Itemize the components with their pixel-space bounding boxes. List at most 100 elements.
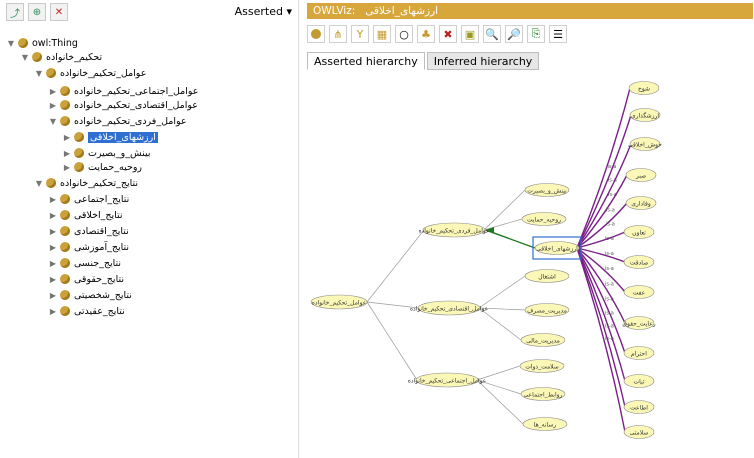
class-icon bbox=[74, 162, 84, 172]
expand-toggle-icon[interactable]: ▶ bbox=[48, 101, 58, 110]
expand-toggle-icon[interactable]: ▶ bbox=[48, 259, 58, 268]
class-node-label: شوخ bbox=[638, 86, 650, 93]
hide-class-icon[interactable]: ○ bbox=[395, 25, 413, 43]
add-sibling-icon[interactable]: ⊕ bbox=[28, 3, 46, 21]
collapse-toggle-icon[interactable]: ▼ bbox=[34, 69, 44, 78]
graph-node[interactable]: وفاداری bbox=[625, 196, 657, 210]
graph-node[interactable]: بینش_و_بصیرت bbox=[524, 183, 570, 197]
tree-item[interactable]: ▶ روحیه_حمایت bbox=[62, 160, 142, 174]
show-class-hierarchy-icon[interactable]: ▦ bbox=[373, 25, 391, 43]
class-hierarchy-panel: ⤴ ⊕ ✕ Asserted ▾ ▼ owl:Thing ▼ تحکیم_خانواد… bbox=[0, 0, 298, 458]
tree-item[interactable]: ▶ عوامل_اجتماعی_تحکیم_خانواده bbox=[48, 84, 199, 98]
show-superclasses-icon[interactable]: Y bbox=[351, 25, 369, 43]
graph-node[interactable]: تعاون bbox=[623, 225, 655, 239]
tree-item[interactable]: ▼ تحکیم_خانواده bbox=[20, 50, 102, 64]
tree-item[interactable]: ▼ عوامل_تحکیم_خانواده bbox=[34, 66, 146, 80]
tree-item[interactable]: ▶ عوامل_اقتصادی_تحکیم_خانواده bbox=[48, 98, 198, 112]
tree-item-label: عوامل_فردی_تحکیم_خانواده bbox=[74, 115, 187, 127]
tree-item[interactable]: ▼ owl:Thing bbox=[6, 36, 78, 50]
graph-node[interactable]: عوامل_فردی_تحکیم_خانواده bbox=[418, 222, 490, 238]
class-node-label: روحیه_حمایت bbox=[527, 217, 561, 224]
class-icon bbox=[46, 68, 56, 78]
tree-item-label: روحیه_حمایت bbox=[88, 161, 142, 173]
hierarchy-mode-dropdown[interactable]: Asserted ▾ bbox=[235, 5, 292, 18]
expand-toggle-icon[interactable]: ▶ bbox=[48, 243, 58, 252]
add-subclass-icon[interactable]: ⤴ bbox=[6, 3, 24, 21]
tree-item-label: نتایج_حقوقی bbox=[74, 273, 124, 285]
graph-node[interactable]: رسانه_ها bbox=[522, 417, 568, 431]
show-subclasses-icon[interactable]: ⋔ bbox=[329, 25, 347, 43]
options-icon[interactable]: ▣ bbox=[461, 25, 479, 43]
class-node-label: احترام bbox=[631, 351, 647, 358]
tree-item[interactable]: ▶ بینش_و_بصیرت bbox=[62, 146, 151, 160]
graph-node[interactable]: ارزشگذاری bbox=[629, 108, 661, 122]
tree-item[interactable]: ▶ نتایج_آموزشی bbox=[48, 240, 129, 254]
expand-toggle-icon[interactable]: ▶ bbox=[48, 227, 58, 236]
graph-node[interactable]: عوامل_اقتصادی_تحکیم_خانواده bbox=[410, 300, 488, 316]
tree-item[interactable]: ▶ نتایج_اجتماعی bbox=[48, 192, 129, 206]
tree-item[interactable]: ▶ نتایج_اقتصادی bbox=[48, 224, 129, 238]
collapse-toggle-icon[interactable]: ▼ bbox=[34, 179, 44, 188]
expand-toggle-icon[interactable]: ▶ bbox=[62, 133, 72, 142]
hide-subclasses-icon[interactable]: ♣ bbox=[417, 25, 435, 43]
graph-node[interactable]: روحیه_حمایت bbox=[521, 212, 567, 226]
delete-class-icon[interactable]: ✕ bbox=[50, 3, 68, 21]
expand-toggle-icon[interactable]: ▶ bbox=[62, 163, 72, 172]
class-icon bbox=[18, 38, 28, 48]
graph-node[interactable]: عفت bbox=[623, 285, 655, 299]
class-node-label: بینش_و_بصیرت bbox=[527, 188, 567, 195]
graph-node[interactable]: مدیریت_مالی bbox=[520, 333, 566, 347]
class-node-label: صبر bbox=[635, 173, 646, 180]
graph-node[interactable]: سلامتی bbox=[623, 425, 655, 439]
tree-item-label: ارزشهای_اخلاقی bbox=[88, 131, 158, 143]
tree-item[interactable]: ▶ نتایج_حقوقی bbox=[48, 272, 124, 286]
tree-item-label: نتایج_اجتماعی bbox=[74, 193, 130, 205]
graph-node[interactable]: خوش_اخلاقی bbox=[628, 137, 662, 151]
graph-node[interactable]: ثبات bbox=[623, 374, 655, 388]
expand-toggle-icon[interactable]: ▶ bbox=[48, 275, 58, 284]
class-node-label: اشتغال bbox=[538, 274, 556, 281]
graph-node[interactable]: احترام bbox=[623, 346, 655, 360]
tab-inferred-hierarchy[interactable]: Inferred hierarchy bbox=[426, 52, 540, 70]
graph-node[interactable]: ارزشهای_اخلاقی bbox=[534, 241, 580, 255]
collapse-toggle-icon[interactable]: ▼ bbox=[48, 117, 58, 126]
graph-node[interactable]: سلامت_ذوات bbox=[519, 359, 565, 373]
tab-asserted-hierarchy[interactable]: Asserted hierarchy bbox=[307, 52, 425, 70]
graph-node-root[interactable]: عوامل_تحکیم_خانواده bbox=[310, 294, 368, 310]
zoom-in-icon[interactable]: 🔍 bbox=[483, 25, 501, 43]
expand-toggle-icon[interactable]: ▶ bbox=[62, 149, 72, 158]
zoom-out-icon[interactable]: 🔎 bbox=[505, 25, 523, 43]
export-image-icon[interactable]: ⎘ bbox=[527, 25, 545, 43]
collapse-toggle-icon[interactable]: ▼ bbox=[20, 53, 30, 62]
tree-item[interactable]: ▶ نتایج_جنسی bbox=[48, 256, 121, 270]
tree-item[interactable]: ▼ نتایج_تحکیم_خانواده bbox=[34, 176, 138, 190]
show-class-icon[interactable] bbox=[307, 25, 325, 43]
graph-node[interactable]: رعایت_حقوق bbox=[622, 316, 656, 330]
graph-node[interactable]: اشتغال bbox=[524, 269, 570, 283]
graph-node[interactable]: صادقت bbox=[623, 255, 655, 269]
expand-toggle-icon[interactable]: ▶ bbox=[48, 211, 58, 220]
tree-item[interactable]: ▶ ارزشهای_اخلاقی bbox=[62, 130, 158, 144]
edge-label: is-a bbox=[605, 324, 614, 330]
tree-item[interactable]: ▶ نتایج_عقیدتی bbox=[48, 304, 125, 318]
graph-node[interactable]: صبر bbox=[625, 168, 657, 182]
tree-item[interactable]: ▼ عوامل_فردی_تحکیم_خانواده bbox=[48, 114, 187, 128]
expand-toggle-icon[interactable]: ▶ bbox=[48, 291, 58, 300]
graph-node[interactable]: شوخ bbox=[628, 81, 660, 95]
panel-title: OWLViz: bbox=[313, 5, 356, 17]
expand-toggle-icon[interactable]: ▶ bbox=[48, 307, 58, 316]
edge-label: is-a bbox=[606, 222, 615, 228]
tree-item[interactable]: ▶ نتایج_شخصیتی bbox=[48, 288, 132, 302]
tree-item[interactable]: ▶ نتایج_اخلاقی bbox=[48, 208, 123, 222]
tree-item-label: owl:Thing bbox=[32, 37, 78, 49]
expand-toggle-icon[interactable]: ▶ bbox=[48, 195, 58, 204]
hide-all-icon[interactable]: ✖ bbox=[439, 25, 457, 43]
graph-node[interactable]: اطاعت bbox=[623, 400, 655, 414]
collapse-toggle-icon[interactable]: ▼ bbox=[6, 39, 16, 48]
graph-node[interactable]: عوامل_اجتماعی_تحکیم_خانواده bbox=[408, 372, 487, 388]
list-view-icon[interactable]: ☰ bbox=[549, 25, 567, 43]
graph-node[interactable]: روابط_اجتماعی bbox=[520, 387, 566, 401]
tree-item-label: عوامل_اجتماعی_تحکیم_خانواده bbox=[74, 85, 199, 97]
expand-toggle-icon[interactable]: ▶ bbox=[48, 87, 58, 96]
graph-node[interactable]: مدیریت_مصرف bbox=[524, 303, 570, 317]
